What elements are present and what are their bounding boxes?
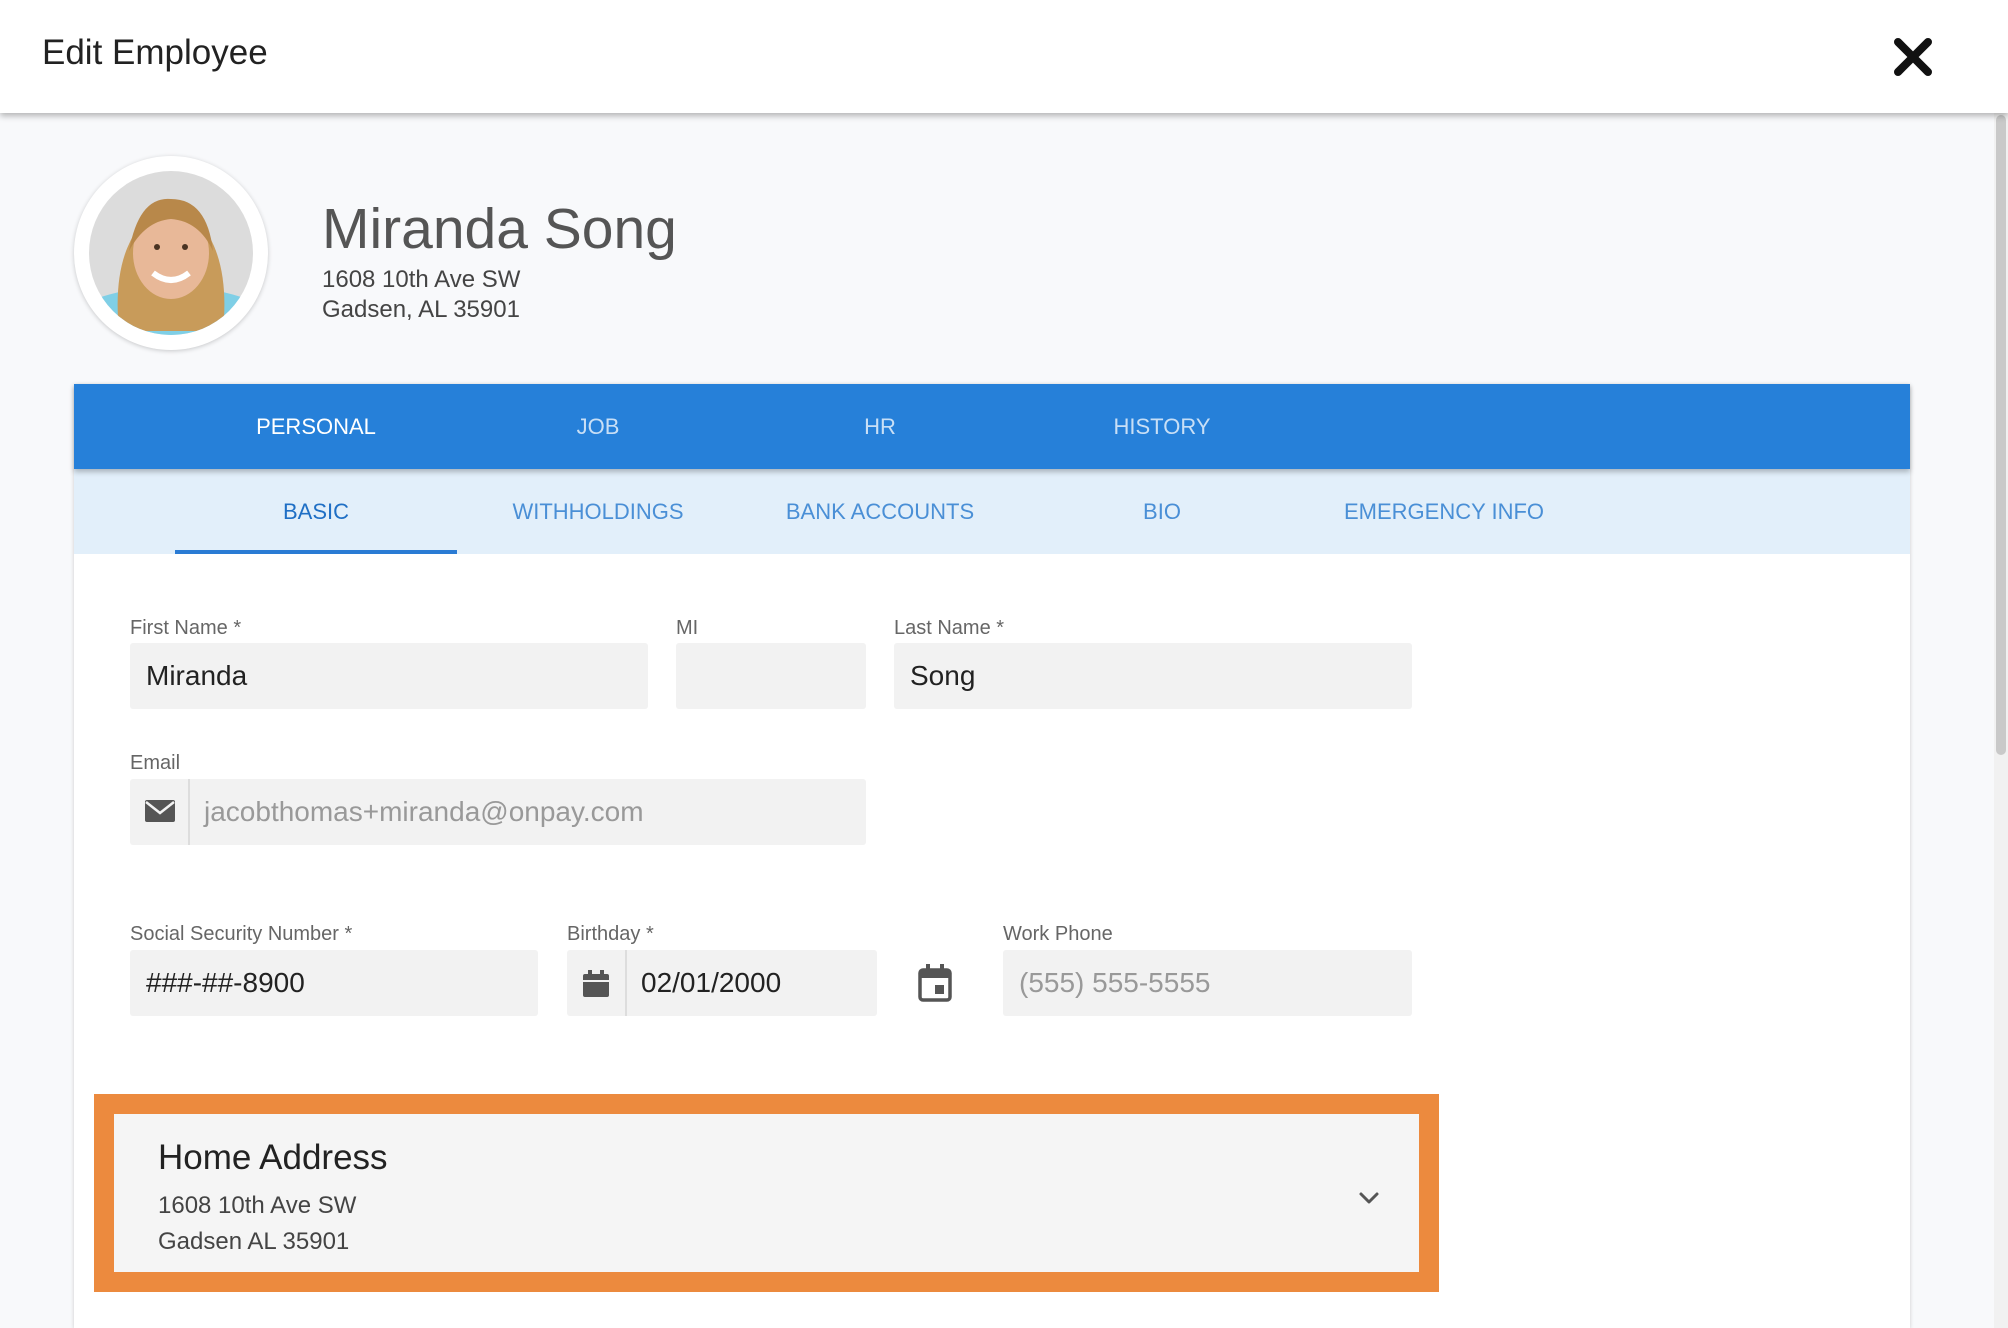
birthday-value: 02/01/2000 <box>641 967 782 998</box>
chevron-down-icon[interactable] <box>1355 1184 1383 1212</box>
mi-label: MI <box>676 617 699 639</box>
scrollbar-thumb[interactable] <box>1996 115 2006 755</box>
work-phone-field[interactable]: (555) 555-5555 <box>1003 950 1412 1016</box>
last-name-label: Last Name * <box>894 617 1005 639</box>
subtab-withholdings[interactable]: WITHHOLDINGS <box>457 469 739 554</box>
first-name-label: First Name * <box>130 617 242 639</box>
employee-address-line2: Gadsen, AL 35901 <box>322 296 520 323</box>
ssn-field[interactable]: ###-##-8900 <box>130 950 538 1016</box>
employee-address-line1: 1608 10th Ave SW <box>322 266 521 293</box>
avatar <box>74 156 268 350</box>
last-name-field[interactable]: Song <box>894 643 1412 709</box>
sub-tab-bar: BASIC WITHHOLDINGS BANK ACCOUNTS BIO EME… <box>74 469 1910 554</box>
email-field[interactable]: jacobthomas+miranda@onpay.com <box>130 779 866 845</box>
tab-job[interactable]: JOB <box>457 384 739 469</box>
email-value: jacobthomas+miranda@onpay.com <box>204 796 644 827</box>
home-address-line1: 1608 10th Ave SW <box>158 1192 357 1219</box>
subtab-bank-accounts[interactable]: BANK ACCOUNTS <box>739 469 1021 554</box>
birthday-label: Birthday * <box>567 923 654 945</box>
work-phone-label: Work Phone <box>1003 923 1113 945</box>
birthday-field[interactable]: 02/01/2000 <box>567 950 877 1016</box>
email-label: Email <box>130 752 181 774</box>
subtab-basic[interactable]: BASIC <box>175 469 457 554</box>
tab-history[interactable]: HISTORY <box>1021 384 1303 469</box>
ssn-label: Social Security Number * <box>130 923 353 945</box>
dialog-title: Edit Employee <box>42 33 268 72</box>
first-name-field[interactable]: Miranda <box>130 643 648 709</box>
envelope-icon <box>130 779 190 845</box>
close-icon[interactable] <box>1890 34 1936 80</box>
calendar-icon <box>567 950 627 1016</box>
home-address-line2: Gadsen AL 35901 <box>158 1228 350 1255</box>
mi-field[interactable] <box>676 643 866 709</box>
subtab-emergency-info[interactable]: EMERGENCY INFO <box>1303 469 1585 554</box>
avatar-photo <box>89 171 253 335</box>
date-picker-icon[interactable] <box>917 963 953 1003</box>
tab-hr[interactable]: HR <box>739 384 1021 469</box>
subtab-bio[interactable]: BIO <box>1021 469 1303 554</box>
home-address-title: Home Address <box>158 1138 388 1177</box>
scrollbar[interactable] <box>1994 113 2008 1328</box>
main-tab-bar: PERSONAL JOB HR HISTORY <box>74 384 1910 469</box>
dialog-header: Edit Employee <box>0 0 2008 113</box>
tab-personal[interactable]: PERSONAL <box>175 384 457 469</box>
employee-name: Miranda Song <box>322 197 677 261</box>
